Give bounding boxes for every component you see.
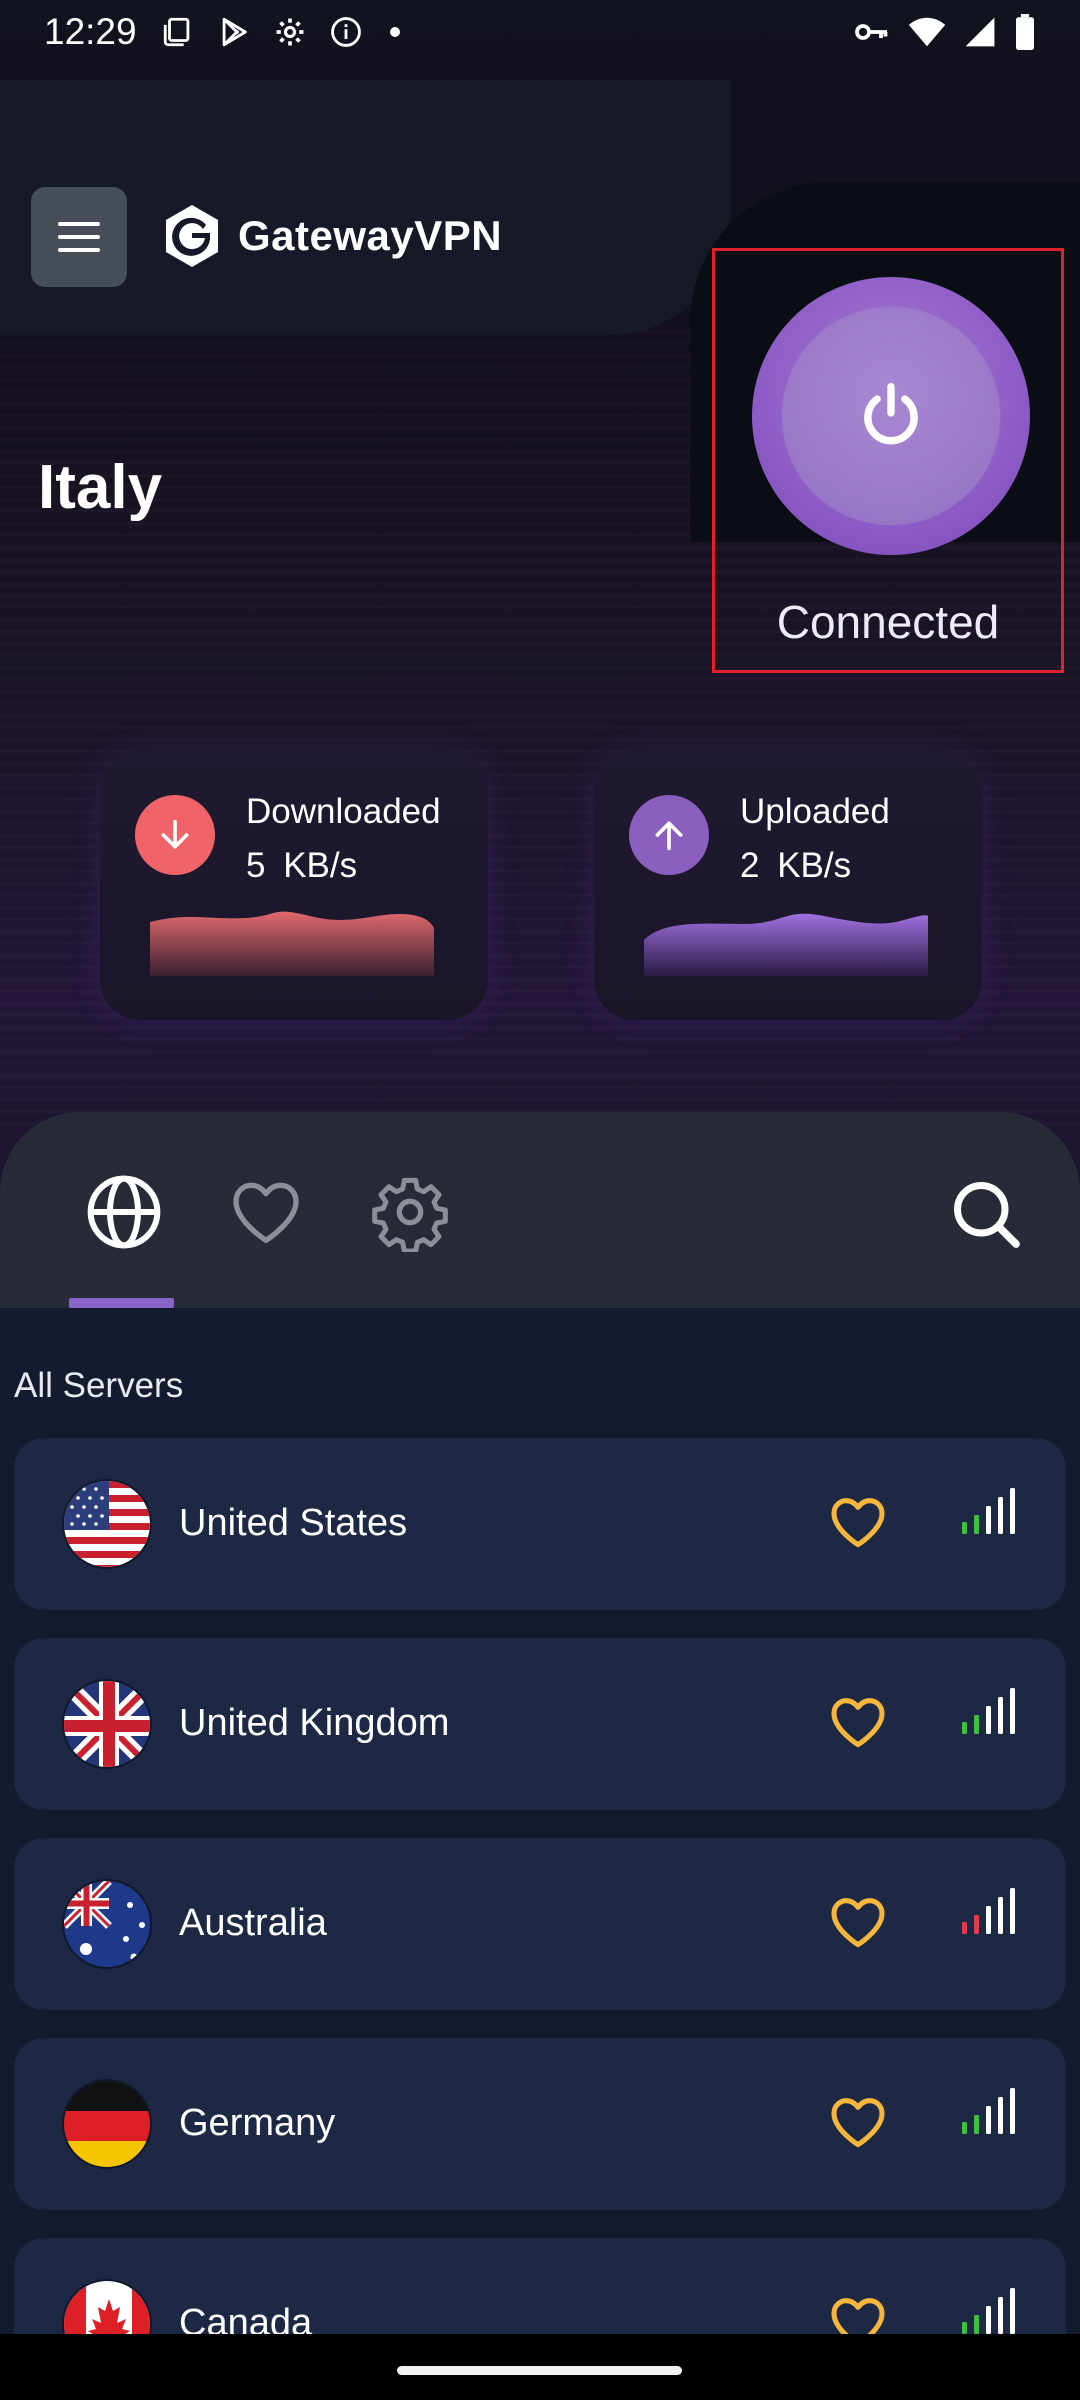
server-name: Australia	[179, 1902, 327, 1944]
server-row-germany[interactable]: Germany	[14, 2038, 1066, 2210]
download-badge	[135, 795, 215, 875]
favorite-heart-icon[interactable]	[826, 2090, 890, 2154]
power-icon	[864, 383, 918, 445]
signal-strength-icon	[962, 1488, 1015, 1534]
server-name: United Kingdom	[179, 1702, 450, 1744]
upload-badge	[629, 795, 709, 875]
search-icon[interactable]	[948, 1176, 1024, 1252]
hamburger-line	[58, 248, 100, 252]
arrow-down-icon	[161, 819, 189, 849]
download-card: Downloaded 5 KB/s	[100, 750, 488, 1020]
favorite-heart-icon[interactable]	[826, 1490, 890, 1554]
battery-icon	[1016, 14, 1034, 50]
menu-button[interactable]	[31, 187, 127, 287]
active-tab-indicator	[69, 1298, 174, 1308]
connect-button[interactable]	[752, 277, 1030, 555]
gateway-logo-icon	[166, 205, 218, 267]
home-gesture-handle[interactable]	[397, 2366, 682, 2375]
uk-flag	[62, 1679, 152, 1769]
download-label: Downloaded	[246, 792, 441, 831]
globe-icon[interactable]	[84, 1172, 164, 1252]
server-row-australia[interactable]: Australia	[14, 1838, 1066, 2010]
signal-strength-icon	[962, 2088, 1015, 2134]
connection-status: Connected	[776, 596, 1000, 648]
upload-value: 2 KB/s	[740, 846, 852, 885]
connect-button-inner	[782, 307, 1000, 525]
signal-strength-icon	[962, 1688, 1015, 1734]
server-row-united-states[interactable]: United States	[14, 1438, 1066, 1610]
cell-signal-icon	[965, 17, 995, 47]
de-flag	[62, 2079, 152, 2169]
hamburger-line	[58, 235, 100, 239]
download-wave	[150, 911, 434, 976]
server-name: United States	[179, 1502, 408, 1544]
dot-icon	[389, 27, 400, 37]
favorite-heart-icon[interactable]	[826, 1690, 890, 1754]
status-bar: 12:29	[0, 0, 1080, 64]
server-name: Germany	[179, 2102, 336, 2144]
settings-icon	[276, 18, 304, 46]
signal-strength-icon	[962, 1888, 1015, 1934]
download-value: 5 KB/s	[246, 846, 358, 885]
status-time: 12:29	[44, 11, 137, 52]
upload-wave	[644, 913, 928, 976]
info-icon	[330, 17, 361, 47]
brand: GatewayVPN	[162, 203, 502, 269]
upload-label: Uploaded	[740, 792, 890, 831]
vpn-key-icon	[855, 24, 888, 40]
brand-title: GatewayVPN	[238, 212, 503, 259]
au-flag	[62, 1879, 152, 1969]
section-label: All Servers	[14, 1366, 184, 1405]
heart-icon[interactable]	[226, 1172, 306, 1252]
play-store-icon	[222, 17, 247, 47]
wifi-icon	[908, 17, 946, 47]
hamburger-menu-icon	[58, 222, 100, 226]
selected-country: Italy	[38, 453, 163, 522]
app-screen: 12:29 GatewayVPN Italy Connected Downloa…	[0, 0, 1080, 2400]
us-flag	[62, 1479, 152, 1569]
favorite-heart-icon[interactable]	[826, 1890, 890, 1954]
arrow-up-icon	[655, 821, 683, 851]
gear-icon[interactable]	[370, 1172, 450, 1252]
screen-icon	[163, 17, 189, 47]
server-row-united-kingdom[interactable]: United Kingdom	[14, 1638, 1066, 1810]
upload-card: Uploaded 2 KB/s	[594, 750, 982, 1020]
signal-strength-icon	[962, 2288, 1015, 2334]
